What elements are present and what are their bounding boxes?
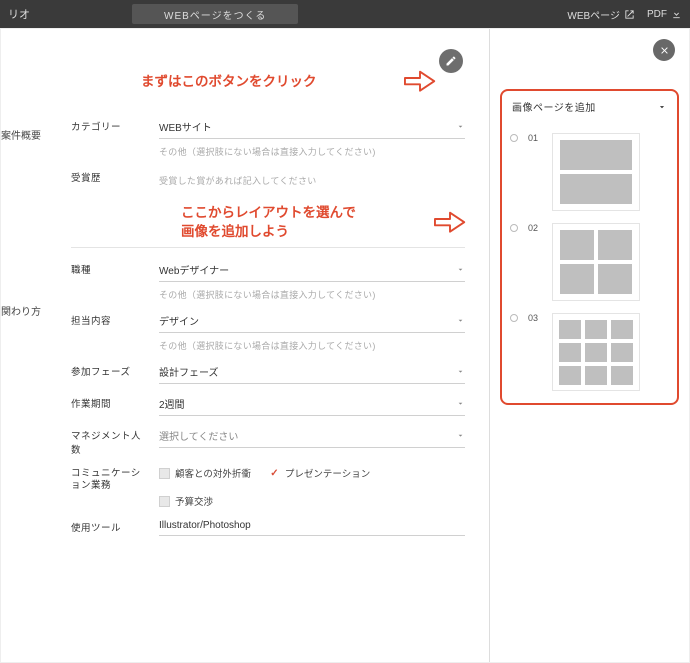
callout-click-button: まずはこのボタンをクリック (141, 73, 317, 92)
select-work[interactable]: デザイン (159, 311, 465, 333)
close-icon (659, 45, 670, 56)
pencil-icon (445, 55, 457, 67)
external-link-icon (624, 9, 635, 20)
label-category: カテゴリー (71, 117, 145, 133)
hint-role: その他（選択肢にない場合は直接入力してください) (159, 288, 465, 301)
label-phase: 参加フェーズ (71, 362, 145, 378)
select-category[interactable]: WEBサイト (159, 117, 465, 139)
title-fragment: リオ (8, 6, 30, 22)
radio-icon (510, 314, 518, 322)
select-role[interactable]: Webデザイナー (159, 260, 465, 282)
label-work: 担当内容 (71, 311, 145, 327)
section-label-involvement: 関わり方 (1, 299, 41, 322)
label-role: 職種 (71, 260, 145, 276)
radio-icon (510, 224, 518, 232)
input-tools[interactable]: Illustrator/Photoshop (159, 518, 465, 536)
chevron-down-icon (456, 399, 465, 408)
layout-thumb-03 (552, 313, 640, 391)
pointer-hand-icon (401, 61, 439, 95)
checkbox-comm-3[interactable]: 予算交渉 (159, 494, 465, 508)
create-web-page-button[interactable]: WEBページをつくる (132, 4, 298, 24)
label-comm: コミュニケーション業務 (71, 466, 145, 493)
layout-picker-select[interactable]: 画像ページを追加 (510, 99, 669, 121)
select-phase[interactable]: 設計フェーズ (159, 362, 465, 384)
chevron-down-icon (456, 316, 465, 325)
chevron-down-icon (657, 102, 667, 112)
chevron-down-icon (456, 431, 465, 440)
hint-work: その他（選択肢にない場合は直接入力してください) (159, 339, 465, 352)
callout-choose-layout: ここからレイアウトを選んで 画像を追加しよう (181, 204, 356, 242)
hint-award: 受賞した賞があれば記入してください (159, 174, 465, 187)
layout-option-02[interactable]: 02 (510, 223, 669, 301)
label-duration: 作業期間 (71, 394, 145, 410)
section-label-overview: 案件概要 (1, 123, 41, 146)
radio-icon (510, 134, 518, 142)
close-button[interactable] (653, 39, 675, 61)
top-bar: リオ WEBページをつくる WEBページ PDF (0, 0, 690, 28)
edit-pencil-button[interactable] (439, 49, 463, 73)
layout-thumb-01 (552, 133, 640, 211)
form: カテゴリー WEBサイト その他（選択肢にない場合は直接入力してください) 受賞… (71, 117, 489, 536)
layout-picker: 画像ページを追加 01 02 03 (500, 89, 679, 405)
checkbox-comm-2[interactable]: プレゼンテーション (269, 466, 370, 480)
select-duration[interactable]: 2週間 (159, 394, 465, 416)
label-management: マネジメント人数 (71, 426, 145, 456)
main-panel: 案件概要 関わり方 カテゴリー WEBサイト その他（選択肢にない場合は直接入力… (1, 29, 489, 662)
side-panel: 画像ページを追加 01 02 03 (489, 29, 689, 662)
chevron-down-icon (456, 265, 465, 274)
download-icon (671, 9, 682, 20)
chevron-down-icon (456, 367, 465, 376)
label-tools: 使用ツール (71, 518, 145, 534)
pdf-download-link[interactable]: PDF (647, 9, 682, 20)
checkbox-comm-1[interactable]: 顧客との対外折衝 (159, 466, 251, 480)
web-page-link[interactable]: WEBページ (567, 7, 635, 22)
chevron-down-icon (456, 122, 465, 131)
layout-option-03[interactable]: 03 (510, 313, 669, 391)
hint-category: その他（選択肢にない場合は直接入力してください) (159, 145, 465, 158)
layout-option-01[interactable]: 01 (510, 133, 669, 211)
label-award: 受賞歴 (71, 168, 145, 184)
pointer-hand-icon (431, 202, 469, 236)
select-management[interactable]: 選択してください (159, 426, 465, 448)
layout-thumb-02 (552, 223, 640, 301)
